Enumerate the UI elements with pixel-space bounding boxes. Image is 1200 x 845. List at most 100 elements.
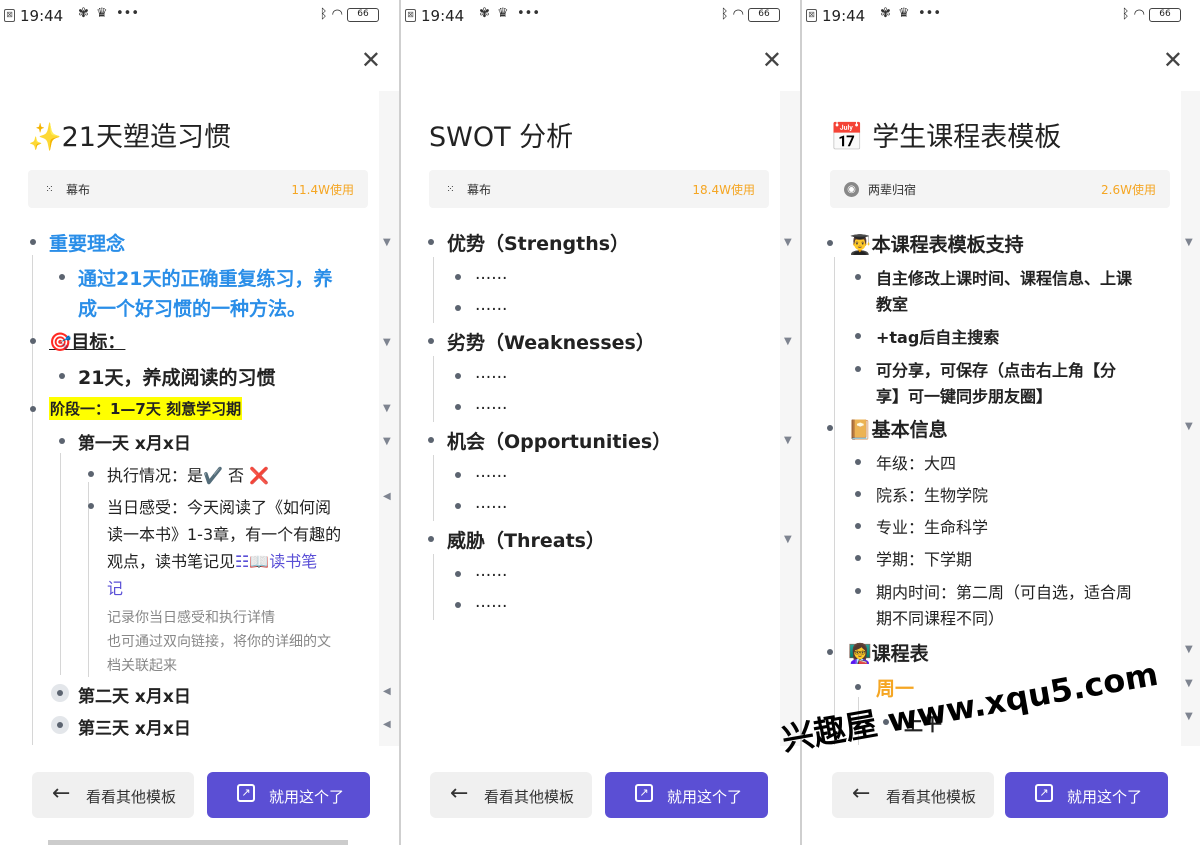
use-template-button[interactable]: ↗ 就用这个了: [605, 772, 768, 818]
sim-icon: ⊠: [405, 9, 416, 22]
collapse-arrow-icon[interactable]: ▼: [784, 336, 792, 347]
list-item: 教室: [876, 295, 909, 314]
collapse-arrow-icon[interactable]: ▼: [1185, 237, 1193, 248]
template-title: 📅 学生课程表模板: [830, 122, 1062, 153]
expand-arrow-icon[interactable]: ◀: [383, 686, 391, 697]
status-time: 19:44: [421, 7, 465, 25]
bullet: [855, 523, 861, 529]
button-label: 看看其他模板: [484, 788, 575, 806]
bluetooth-icon: ᛒ: [1121, 7, 1130, 22]
doc-link-icon: ☷: [235, 552, 250, 571]
wifi-icon: ◠: [1133, 7, 1145, 22]
outline-guide-line: [60, 453, 61, 675]
bullet: [855, 555, 861, 561]
open-external-icon: ↗: [635, 784, 653, 802]
list-item: 享】可一键同步朋友圈】: [876, 387, 1053, 406]
status-bar: ⊠ 19:44 ✾ ♛ ••• ᛒ ◠ 66: [802, 0, 1200, 32]
template-title: SWOT 分析: [429, 122, 574, 153]
expand-arrow-icon[interactable]: ◀: [383, 491, 391, 502]
arrow-left-icon: ←: [52, 781, 71, 806]
doc-link[interactable]: ☷📖读书笔: [235, 552, 317, 571]
outline-guide-line: [834, 257, 835, 745]
collapse-arrow-icon[interactable]: ▼: [383, 436, 391, 447]
other-templates-button[interactable]: ← 看看其他模板: [32, 772, 194, 818]
status-bar: ⊠ 19:44 ✾ ♛ ••• ᛒ ◠ 66: [0, 0, 399, 32]
collapse-arrow-icon[interactable]: ▼: [383, 403, 391, 414]
bullet: [428, 338, 434, 344]
battery-indicator: 66: [1149, 7, 1181, 22]
status-right: ᛒ ◠ 66: [721, 7, 780, 22]
author-bar: ◉ 两辈归宿 2.6W使用: [830, 170, 1170, 208]
list-item: 读一本书》1-3章，有一个有趣的: [107, 525, 342, 544]
collapse-arrow-icon[interactable]: ▼: [784, 435, 792, 446]
close-icon[interactable]: ✕: [361, 48, 381, 72]
collapse-arrow-icon[interactable]: ▼: [1185, 678, 1193, 689]
author-avatar: ◉: [844, 182, 859, 197]
list-item: ......: [475, 295, 508, 315]
list-item: 威胁（Threats）: [447, 530, 605, 552]
bullet: [428, 437, 434, 443]
list-item: 第一天 x月x日: [78, 434, 191, 454]
list-item: ......: [475, 394, 508, 414]
button-label: 就用这个了: [1067, 788, 1143, 806]
doc-link-label: 📖读书笔: [249, 552, 318, 571]
author-name: 幕布: [66, 183, 91, 197]
bullet: [455, 503, 461, 509]
bullet: [827, 240, 833, 246]
outline-guide-line: [433, 455, 434, 521]
list-item: 21天，养成阅读的习惯: [78, 367, 276, 389]
bullet: [455, 274, 461, 280]
bullet: [88, 503, 94, 509]
collapse-arrow-icon[interactable]: ▼: [784, 534, 792, 545]
note-text: 记录你当日感受和执行详情: [107, 610, 275, 626]
close-icon[interactable]: ✕: [1163, 48, 1183, 72]
open-external-icon: ↗: [237, 784, 255, 802]
list-item: 当日感受：今天阅读了《如何阅: [107, 498, 332, 517]
outline-guide-line: [32, 255, 33, 745]
collapse-arrow-icon[interactable]: ▼: [1185, 644, 1193, 655]
outline-guide-line: [433, 356, 434, 422]
collapse-arrow-icon[interactable]: ▼: [1185, 711, 1193, 722]
collapse-arrow-icon[interactable]: ▼: [383, 237, 391, 248]
other-templates-button[interactable]: ← 看看其他模板: [832, 772, 994, 818]
collapsed-bullet[interactable]: [51, 716, 69, 734]
sim-icon: ⊠: [4, 9, 15, 22]
use-template-button[interactable]: ↗ 就用这个了: [207, 772, 370, 818]
outline-preview: 重要理念 通过21天的正确重复练习，养 成一个好习惯的一种方法。 🎯目标： 21…: [0, 225, 378, 745]
list-item: 🎯目标：: [49, 332, 126, 353]
bullet: [30, 239, 36, 245]
doc-link[interactable]: 记: [107, 575, 123, 599]
list-item: 第二天 x月x日: [78, 687, 191, 707]
outline-preview: 优势（Strengths） ...... ...... 劣势（Weaknesse…: [401, 225, 779, 745]
close-icon[interactable]: ✕: [762, 48, 782, 72]
outline-guide-line: [433, 257, 434, 323]
bottom-bar: [48, 840, 348, 845]
wifi-icon: ◠: [331, 7, 343, 22]
collapse-arrow-icon[interactable]: ▼: [1185, 421, 1193, 432]
list-item: 期不同课程不同）: [876, 609, 1005, 628]
collapse-arrow-icon[interactable]: ▼: [784, 237, 792, 248]
bullet: [855, 274, 861, 280]
list-item: 专业：生命科学: [876, 518, 989, 537]
use-template-button[interactable]: ↗ 就用这个了: [1005, 772, 1168, 818]
bullet: [455, 571, 461, 577]
crown-icon: ♛: [898, 6, 910, 21]
pinwheel-icon: ✾: [479, 6, 490, 21]
list-item: 可分享，可保存（点击右上角【分: [876, 361, 1117, 380]
list-item: 学期：下学期: [876, 550, 973, 569]
list-item: 劣势（Weaknesses）: [447, 332, 655, 354]
bullet: [59, 274, 65, 280]
template-title: ✨21天塑造习惯: [28, 122, 231, 153]
bullet: [88, 471, 94, 477]
template-panel-habit: ⊠ 19:44 ✾ ♛ ••• ᛒ ◠ 66 ✕ ▼ ▼ ▼ ▼ ◀ ◀ ◀ ✨2…: [0, 0, 399, 845]
bullet: [827, 425, 833, 431]
other-templates-button[interactable]: ← 看看其他模板: [430, 772, 592, 818]
list-item: 成一个好习惯的一种方法。: [78, 298, 307, 320]
collapse-arrow-icon[interactable]: ▼: [383, 337, 391, 348]
collapsed-bullet[interactable]: [51, 684, 69, 702]
expand-arrow-icon[interactable]: ◀: [383, 719, 391, 730]
side-scroll-gutter: ▼ ▼ ▼ ▼ ▼: [1181, 91, 1200, 746]
author-bar: ⁙ 幕布 18.4W使用: [429, 170, 769, 208]
list-item: ......: [475, 493, 508, 513]
bullet: [455, 602, 461, 608]
